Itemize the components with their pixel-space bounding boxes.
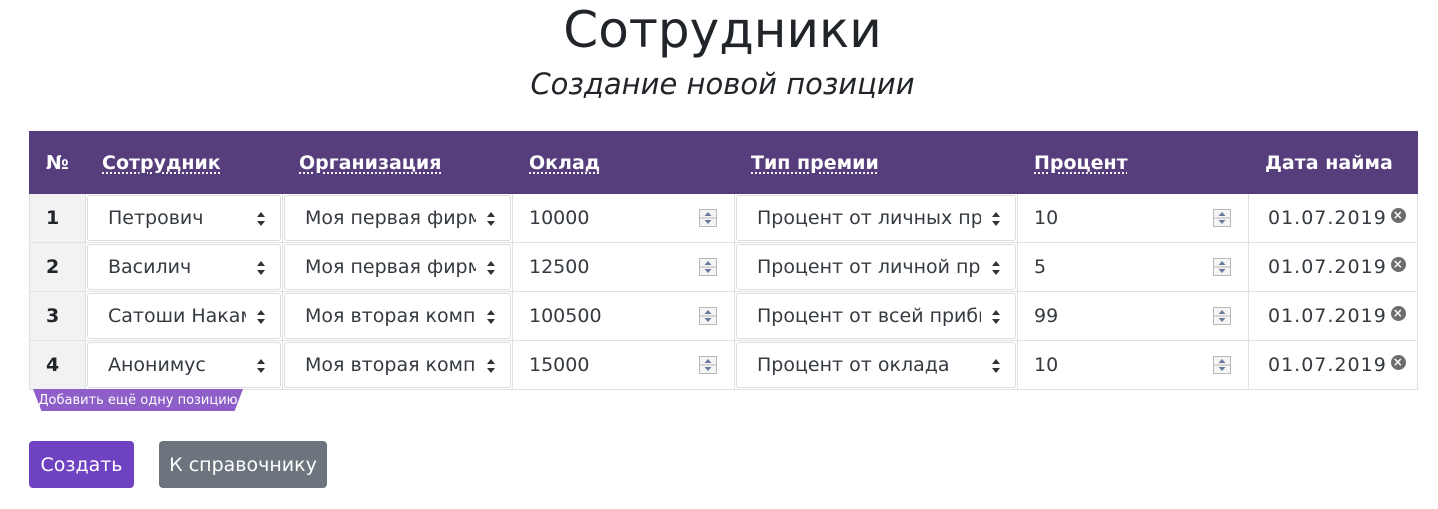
salary-value: 12500 [529, 256, 590, 278]
table-row: 4 Анонимус Моя вторая компания 15000 Процент… [29, 340, 1418, 390]
employee-select[interactable]: Василич [87, 244, 281, 290]
organization-value: Моя вторая компания [305, 354, 476, 376]
percent-input[interactable]: 5 [1019, 244, 1247, 290]
row-number: 2 [29, 242, 86, 292]
sort-arrows-icon [256, 259, 266, 275]
percent-value: 5 [1034, 256, 1047, 278]
employee-value: Петрович [108, 207, 204, 229]
spinner-icon[interactable] [1213, 209, 1231, 227]
create-button[interactable]: Создать [29, 441, 134, 488]
sort-arrows-icon [256, 210, 266, 226]
bonus-type-select[interactable]: Процент от личной прибыли [736, 244, 1016, 290]
spinner-icon[interactable] [699, 356, 717, 374]
percent-input[interactable]: 99 [1019, 293, 1247, 339]
row-number: 1 [29, 193, 86, 243]
salary-value: 15000 [529, 354, 590, 376]
percent-input[interactable]: 10 [1019, 195, 1247, 241]
spinner-icon[interactable] [1213, 258, 1231, 276]
hire-date-input[interactable]: 01.07.2019 × [1250, 244, 1416, 290]
sort-arrows-icon [256, 357, 266, 373]
salary-input[interactable]: 10000 [514, 195, 733, 241]
reference-button[interactable]: К справочнику [159, 441, 327, 488]
hire-date-value: 01.07.2019 [1268, 256, 1387, 278]
bonus-type-select[interactable]: Процент от всей прибыли [736, 293, 1016, 339]
column-header-percent[interactable]: Процент [1017, 131, 1249, 194]
clear-icon[interactable]: × [1390, 207, 1406, 223]
sort-arrows-icon [486, 210, 496, 226]
spinner-icon[interactable] [1213, 356, 1231, 374]
organization-select[interactable]: Моя первая фирма [284, 195, 511, 241]
clear-icon[interactable]: × [1390, 305, 1406, 321]
bonus-type-select[interactable]: Процент от личных продаж [736, 195, 1016, 241]
hire-date-input[interactable]: 01.07.2019 × [1250, 195, 1416, 241]
percent-value: 99 [1034, 305, 1059, 327]
organization-value: Моя вторая компания [305, 305, 476, 327]
column-header-salary[interactable]: Оклад [512, 131, 735, 194]
employee-select[interactable]: Сатоши Накамото [87, 293, 281, 339]
hire-date-value: 01.07.2019 [1268, 354, 1387, 376]
bonus-type-value: Процент от всей прибыли [757, 305, 981, 327]
sort-arrows-icon [486, 259, 496, 275]
positions-table: № Сотрудник Организация Оклад Тип премии… [29, 131, 1418, 390]
percent-value: 10 [1034, 354, 1059, 376]
column-header-organization[interactable]: Организация [282, 131, 513, 194]
sort-arrows-icon [486, 357, 496, 373]
employee-select[interactable]: Анонимус [87, 342, 281, 388]
spinner-icon[interactable] [699, 209, 717, 227]
page-subtitle: Создание новой позиции [530, 67, 915, 101]
organization-select[interactable]: Моя вторая компания [284, 293, 511, 339]
salary-input[interactable]: 15000 [514, 342, 733, 388]
table-header-row: № Сотрудник Организация Оклад Тип премии… [29, 131, 1418, 194]
percent-input[interactable]: 10 [1019, 342, 1247, 388]
employee-value: Сатоши Накамото [108, 305, 246, 327]
employee-value: Василич [108, 256, 192, 278]
hire-date-value: 01.07.2019 [1268, 207, 1387, 229]
bonus-type-value: Процент от личных продаж [757, 207, 981, 229]
hire-date-input[interactable]: 01.07.2019 × [1250, 293, 1416, 339]
page-title: Сотрудники [563, 1, 882, 59]
sort-arrows-icon [991, 259, 1001, 275]
organization-select[interactable]: Моя первая фирма [284, 244, 511, 290]
organization-value: Моя первая фирма [305, 256, 476, 278]
spinner-icon[interactable] [1213, 307, 1231, 325]
salary-value: 100500 [529, 305, 602, 327]
bonus-type-select[interactable]: Процент от оклада [736, 342, 1016, 388]
sort-arrows-icon [991, 357, 1001, 373]
employee-value: Анонимус [108, 354, 206, 376]
organization-select[interactable]: Моя вторая компания [284, 342, 511, 388]
sort-arrows-icon [256, 308, 266, 324]
percent-value: 10 [1034, 207, 1059, 229]
hire-date-value: 01.07.2019 [1268, 305, 1387, 327]
spinner-icon[interactable] [699, 307, 717, 325]
sort-arrows-icon [991, 308, 1001, 324]
column-header-employee[interactable]: Сотрудник [85, 131, 283, 194]
table-row: 1 Петрович Моя первая фирма 10000 Процент от… [29, 193, 1418, 243]
row-number: 3 [29, 291, 86, 341]
column-header-number: № [29, 131, 86, 194]
column-header-hire-date: Дата найма [1248, 131, 1418, 194]
table-row: 2 Василич Моя первая фирма 12500 Процент от … [29, 242, 1418, 292]
sort-arrows-icon [486, 308, 496, 324]
clear-icon[interactable]: × [1390, 354, 1406, 370]
salary-value: 10000 [529, 207, 590, 229]
table-row: 3 Сатоши Накамото Моя вторая компания 10050… [29, 291, 1418, 341]
sort-arrows-icon [991, 210, 1001, 226]
add-position-button[interactable]: Добавить ещё одну позицию [33, 389, 243, 411]
salary-input[interactable]: 100500 [514, 293, 733, 339]
clear-icon[interactable]: × [1390, 256, 1406, 272]
organization-value: Моя первая фирма [305, 207, 476, 229]
row-number: 4 [29, 340, 86, 390]
bonus-type-value: Процент от личной прибыли [757, 256, 981, 278]
column-header-bonus-type[interactable]: Тип премии [734, 131, 1018, 194]
bonus-type-value: Процент от оклада [757, 354, 950, 376]
spinner-icon[interactable] [699, 258, 717, 276]
employee-select[interactable]: Петрович [87, 195, 281, 241]
hire-date-input[interactable]: 01.07.2019 × [1250, 342, 1416, 388]
salary-input[interactable]: 12500 [514, 244, 733, 290]
